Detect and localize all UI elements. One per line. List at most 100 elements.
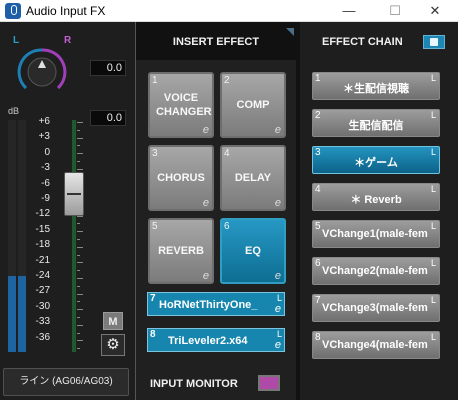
pan-knob[interactable] (16, 46, 68, 98)
db-label: dB (8, 106, 20, 116)
load-indicator: L (276, 329, 282, 339)
preset-label: VChange1(male-fem (322, 228, 428, 240)
fader-tick (77, 270, 80, 272)
effect-slot-reverb[interactable]: 5 REVERB e (148, 218, 214, 284)
db-scale-label: -6 (41, 177, 50, 189)
db-scale-label: -30 (35, 300, 50, 312)
db-scale-label: +3 (38, 131, 50, 143)
preset-number: 8 (315, 332, 321, 343)
channel-left-label: L (13, 35, 20, 46)
level-meter-left-fill (8, 276, 16, 352)
load-indicator: L (430, 221, 436, 231)
plugin-slot-trileveler[interactable]: 8 TriLeveler2.x64 L e (147, 328, 285, 352)
fader-tick (77, 129, 80, 131)
preset-number: 6 (315, 258, 321, 269)
insert-effect-panel: INSERT EFFECT 1 VOICE CHANGER e 2 COMP e… (136, 22, 296, 400)
preset-number: 2 (315, 110, 321, 121)
edit-icon: e (202, 124, 209, 136)
slot-number: 8 (150, 329, 156, 340)
mute-button[interactable]: M (103, 312, 123, 330)
corner-indicator-icon (286, 28, 294, 36)
load-indicator: L (430, 73, 436, 83)
title-bar: Audio Input FX — ☐ ✕ (0, 0, 458, 22)
db-scale-label: -12 (35, 208, 50, 220)
edit-icon: e (274, 303, 281, 315)
fader-tick (77, 340, 83, 342)
effect-slot-eq[interactable]: 6 EQ e (220, 218, 286, 284)
gain-fader-handle[interactable] (64, 172, 84, 216)
effect-chain-panel: EFFECT CHAIN 1 ＊生配信視聴 L 2 生配信配信 L 3 ＊ゲーム… (300, 22, 458, 400)
edit-icon: e (202, 270, 209, 282)
load-indicator: L (276, 293, 282, 303)
preset-label: VChange3(male-fem (322, 302, 428, 314)
settings-button[interactable]: ⚙ (101, 334, 125, 356)
fader-tick (77, 231, 83, 233)
chain-preset-8[interactable]: 8 VChange4(male-fem L (312, 331, 440, 359)
fader-tick (77, 324, 83, 326)
fader-track (72, 120, 76, 352)
db-scale-label: -33 (35, 316, 50, 328)
chain-preset-6[interactable]: 6 VChange2(male-fem L (312, 257, 440, 285)
slot-number: 7 (150, 293, 156, 304)
pan-value[interactable]: 0.0 (90, 60, 126, 76)
fader-tick (77, 161, 80, 162)
input-monitor-toggle[interactable] (258, 375, 280, 391)
chain-preset-5[interactable]: 5 VChange1(male-fem L (312, 220, 440, 248)
input-level-panel: L R 0.0 0.0 dB +6 +3 0 -3 -6 -9 -12 -15 -18 -21 -2… (0, 22, 135, 400)
chain-preset-2[interactable]: 2 生配信配信 L (312, 109, 440, 137)
insert-effect-title: INSERT EFFECT (172, 36, 260, 48)
db-scale-label: -24 (35, 270, 50, 281)
chain-preset-3[interactable]: 3 ＊ゲーム L (312, 146, 440, 174)
fader-tick (77, 278, 83, 279)
load-indicator: L (430, 110, 436, 120)
db-scale-label: -15 (35, 223, 50, 235)
fader-tick (77, 301, 80, 303)
fader-tick (77, 145, 80, 147)
fader-tick (77, 223, 80, 225)
plugin-slot-hornet[interactable]: 7 HoRNetThirtyOne_ L e (147, 292, 285, 316)
fader-tick (77, 293, 83, 295)
load-indicator: L (430, 184, 436, 194)
input-source-button[interactable]: ライン (AG06/AG03) (3, 368, 129, 396)
effect-slot-comp[interactable]: 2 COMP e (220, 72, 286, 138)
fader-tick (77, 122, 83, 123)
effect-slot-voice-changer[interactable]: 1 VOICE CHANGER e (148, 72, 214, 138)
fader-tick (77, 262, 83, 264)
preset-label: 生配信配信 (348, 120, 404, 132)
preset-number: 1 (315, 73, 321, 84)
db-scale-label: -27 (35, 285, 50, 297)
fader-tick (77, 317, 80, 318)
db-scale-label: -21 (35, 254, 50, 266)
fader-tick (77, 246, 83, 248)
load-indicator: L (430, 147, 436, 157)
input-monitor-label: INPUT MONITOR (150, 378, 238, 390)
close-button[interactable]: ✕ (412, 0, 458, 22)
fader-tick (77, 137, 83, 139)
load-indicator: L (430, 332, 436, 342)
level-meter-left (8, 120, 16, 352)
db-scale-label: 0 (44, 146, 50, 158)
channel-right-label: R (64, 35, 72, 46)
fader-tick (77, 168, 83, 170)
preset-number: 7 (315, 295, 321, 306)
chain-preset-4[interactable]: 4 ＊ Reverb L (312, 183, 440, 211)
edit-icon: e (274, 197, 281, 209)
plugin-name: TriLeveler2.x64 (168, 335, 248, 347)
save-icon[interactable] (423, 35, 445, 49)
gain-value[interactable]: 0.0 (90, 110, 126, 126)
fader-tick (77, 309, 83, 311)
fader-tick (77, 332, 80, 334)
fader-tick (77, 254, 80, 256)
effect-slot-chorus[interactable]: 3 CHORUS e (148, 145, 214, 211)
fader-tick (77, 348, 80, 350)
db-scale-label: +6 (38, 116, 50, 127)
edit-icon: e (274, 124, 281, 136)
effect-slot-delay[interactable]: 4 DELAY e (220, 145, 286, 211)
edit-icon: e (274, 339, 281, 351)
preset-label: ＊ Reverb (350, 194, 402, 206)
chain-preset-7[interactable]: 7 VChange3(male-fem L (312, 294, 440, 322)
minimize-button[interactable]: — (326, 0, 372, 22)
chain-preset-1[interactable]: 1 ＊生配信視聴 L (312, 72, 440, 100)
load-indicator: L (430, 295, 436, 305)
level-meter-right (18, 120, 26, 352)
